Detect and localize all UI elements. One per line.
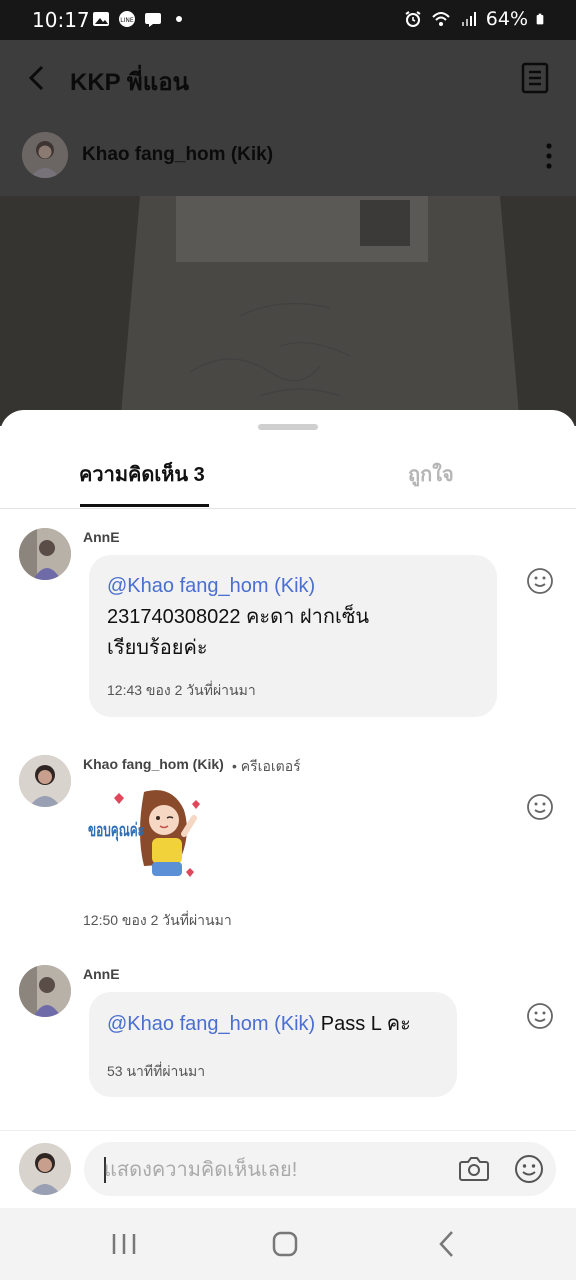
comment-1-bubble: @Khao fang_hom (Kik) 231740308022 คะดา ฝ… bbox=[89, 555, 497, 717]
dot-notification-icon bbox=[176, 16, 182, 22]
signal-icon bbox=[461, 12, 476, 26]
home-icon[interactable] bbox=[265, 1228, 305, 1260]
status-bar: 10:17 LINE 64% bbox=[0, 0, 576, 40]
top-app-bar: KKP พี่แอน bbox=[0, 40, 576, 116]
comment-1-timestamp: 12:43 ของ 2 วันที่ผ่านมา bbox=[107, 682, 256, 698]
battery-icon bbox=[536, 13, 544, 25]
status-right-icons: 64% bbox=[404, 8, 548, 30]
camera-icon[interactable] bbox=[458, 1154, 490, 1184]
comment-3-avatar[interactable] bbox=[19, 965, 71, 1017]
post-author-avatar[interactable] bbox=[22, 132, 68, 178]
comment-3-body: @Khao fang_hom (Kik) Pass L คะ bbox=[107, 1009, 411, 1040]
comment-2-author[interactable]: Khao fang_hom (Kik) bbox=[83, 756, 224, 772]
emoji-icon[interactable] bbox=[514, 1154, 544, 1184]
alarm-icon bbox=[405, 11, 421, 27]
comment-input-container bbox=[84, 1142, 556, 1196]
comment-3-timestamp: 53 นาทีที่ผ่านมา bbox=[107, 1063, 206, 1079]
comment-1-author[interactable]: AnnE bbox=[83, 529, 120, 545]
tab-comments[interactable]: ความคิดเห็น 3 bbox=[79, 458, 205, 490]
notification-icons: LINE bbox=[92, 10, 188, 28]
comment-1-text-line2: เรียบร้อยค่ะ bbox=[107, 637, 208, 659]
tab-likes[interactable]: ถูกใจ bbox=[408, 458, 454, 490]
document-list-icon[interactable] bbox=[520, 62, 550, 94]
comment-2-react-smile-icon[interactable] bbox=[526, 793, 554, 821]
comment-composer bbox=[0, 1130, 576, 1209]
post-author-bar: Khao fang_hom (Kik) bbox=[0, 116, 576, 196]
comment-1-react-smile-icon[interactable] bbox=[526, 567, 554, 595]
comment-2-avatar[interactable] bbox=[19, 755, 71, 807]
system-back-icon[interactable] bbox=[428, 1228, 468, 1260]
more-options-icon[interactable] bbox=[544, 142, 554, 170]
page-title: KKP พี่แอน bbox=[70, 69, 190, 96]
comment-3-react-smile-icon[interactable] bbox=[526, 1002, 554, 1030]
comments-sheet: ความคิดเห็น 3 ถูกใจ AnnE @Khao fang_hom … bbox=[0, 410, 576, 1208]
comment-3-text: Pass L คะ bbox=[315, 1013, 411, 1035]
comment-1-avatar[interactable] bbox=[19, 528, 71, 580]
line-app-notification-icon: LINE bbox=[119, 11, 135, 27]
sheet-drag-handle[interactable] bbox=[258, 424, 318, 430]
gallery-notification-icon bbox=[93, 12, 109, 26]
svg-text:LINE: LINE bbox=[120, 17, 134, 24]
sticker-text: ขอบคุณค่ะ bbox=[88, 820, 144, 842]
tab-divider bbox=[0, 508, 576, 509]
back-arrow-icon[interactable] bbox=[22, 62, 54, 94]
active-tab-indicator bbox=[80, 504, 209, 507]
recent-apps-icon[interactable] bbox=[104, 1228, 144, 1260]
comment-input[interactable] bbox=[102, 1152, 436, 1188]
comment-3-bubble: @Khao fang_hom (Kik) Pass L คะ 53 นาทีที… bbox=[89, 992, 457, 1097]
status-time: 10:17 bbox=[32, 8, 90, 32]
battery-percent: 64% bbox=[485, 8, 528, 30]
post-photo[interactable] bbox=[0, 196, 576, 426]
comment-1-body: @Khao fang_hom (Kik) 231740308022 คะดา ฝ… bbox=[107, 571, 369, 664]
creator-badge: • ครีเอเตอร์ bbox=[232, 758, 301, 774]
current-user-avatar bbox=[19, 1143, 71, 1195]
post-author-name[interactable]: Khao fang_hom (Kik) bbox=[82, 144, 273, 166]
comment-1-text-line1: 231740308022 คะดา ฝากเซ็น bbox=[107, 606, 370, 628]
thank-you-sticker[interactable]: ขอบคุณค่ะ bbox=[82, 784, 212, 896]
comment-3-author[interactable]: AnnE bbox=[83, 966, 120, 982]
comment-1-mention[interactable]: @Khao fang_hom (Kik) bbox=[107, 575, 315, 597]
comment-2-timestamp: 12:50 ของ 2 วันที่ผ่านมา bbox=[83, 912, 232, 928]
wifi-icon bbox=[432, 12, 450, 26]
system-navigation-bar bbox=[0, 1208, 576, 1280]
chat-notification-icon bbox=[145, 13, 161, 27]
comment-3-mention[interactable]: @Khao fang_hom (Kik) bbox=[107, 1013, 315, 1035]
